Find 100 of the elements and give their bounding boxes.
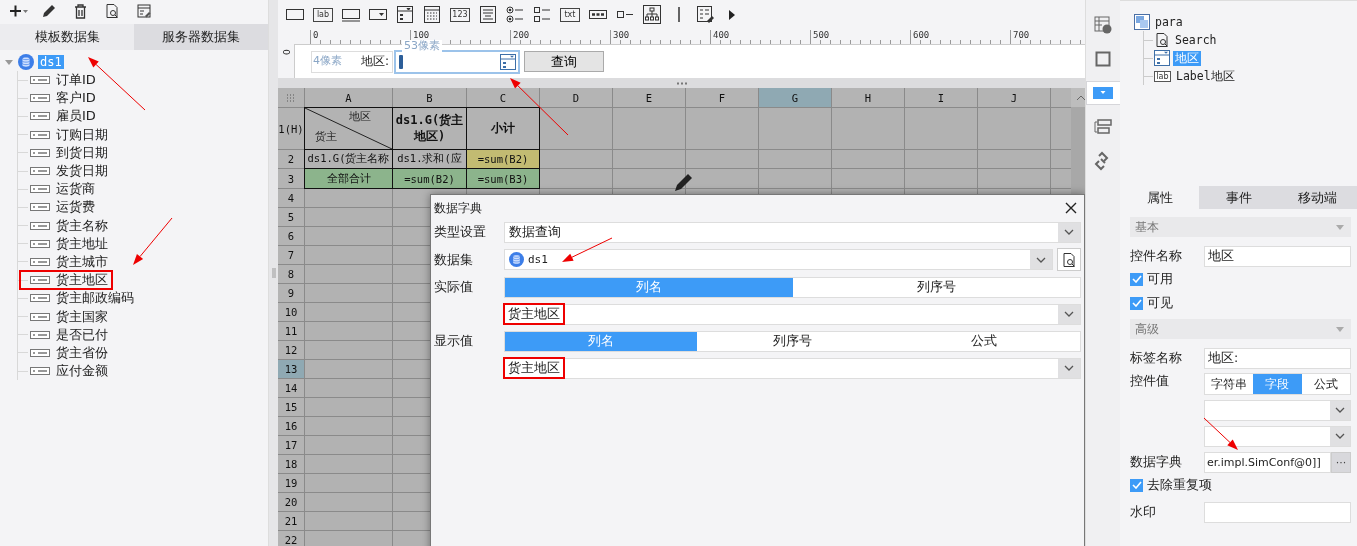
row-header[interactable]: 2 <box>278 150 304 168</box>
row-header[interactable]: 3 <box>278 169 304 188</box>
tree-item[interactable]: 订购日期 <box>20 125 112 144</box>
dropdown[interactable]: 货主地区 <box>504 303 1081 325</box>
tree-item[interactable]: 雇员ID <box>20 107 100 126</box>
column-header[interactable]: D <box>540 88 612 107</box>
text-widget-icon[interactable]: txt <box>560 8 580 22</box>
text-field[interactable]: 地区 <box>1204 245 1351 267</box>
column-header[interactable]: E <box>613 88 685 107</box>
chevron-down-icon[interactable] <box>1036 256 1046 263</box>
field-label: 水印 <box>1130 503 1157 521</box>
column-header[interactable]: I <box>905 88 977 107</box>
search-document-icon[interactable] <box>1154 32 1170 48</box>
row-header[interactable]: 14 <box>278 379 304 397</box>
column-header[interactable]: B <box>393 88 466 107</box>
label-widget-icon[interactable]: lab <box>313 8 333 22</box>
table-info-icon[interactable] <box>1093 15 1113 35</box>
row-header[interactable]: 6 <box>278 227 304 245</box>
row-header[interactable]: 1(H) <box>278 108 304 149</box>
tree-widget-icon[interactable] <box>642 5 662 25</box>
tree-item[interactable]: 运货费 <box>20 198 99 217</box>
column-header[interactable]: J <box>978 88 1050 107</box>
chevron-down-icon[interactable] <box>1064 229 1074 235</box>
tree-item[interactable]: 发货日期 <box>20 162 112 181</box>
tab[interactable]: 模板数据集 <box>0 24 134 50</box>
textarea-widget-icon[interactable] <box>478 5 498 25</box>
tree-item[interactable]: 客户ID <box>20 89 100 108</box>
row-header[interactable]: 22 <box>278 531 304 546</box>
column-header[interactable]: C <box>467 88 539 107</box>
splitter-handle-icon[interactable] <box>271 268 276 278</box>
query-button[interactable]: 查询 <box>524 51 604 72</box>
tree-item[interactable]: 货主国家 <box>20 307 112 326</box>
section-header[interactable]: 高级 <box>1130 319 1351 339</box>
row-header[interactable]: 18 <box>278 455 304 473</box>
tree-item[interactable]: Search <box>1173 33 1219 47</box>
row-header[interactable]: 4 <box>278 189 304 207</box>
checkbox[interactable] <box>1130 272 1143 286</box>
input-field[interactable] <box>394 49 520 74</box>
tree-item[interactable]: 货主省份 <box>20 343 112 362</box>
chevron-down-icon[interactable] <box>1335 407 1345 413</box>
checkbox-group-widget-icon[interactable] <box>532 5 552 25</box>
row-header[interactable]: 20 <box>278 493 304 511</box>
layout-icon[interactable] <box>1093 117 1113 137</box>
row-header[interactable]: 10 <box>278 303 304 321</box>
chevron-down-icon[interactable] <box>1335 433 1345 439</box>
tree-item[interactable]: para <box>1153 15 1185 29</box>
tree-item[interactable]: 货主邮政编码 <box>20 289 138 308</box>
splitter-handle-icon[interactable] <box>675 81 688 85</box>
tree-item[interactable]: 货主地址 <box>20 234 112 253</box>
column-header[interactable]: A <box>305 88 392 107</box>
column-header[interactable]: F <box>686 88 758 107</box>
dropdown[interactable]: 数据查询 <box>504 221 1081 243</box>
side-tool-button[interactable] <box>1086 82 1120 104</box>
row-header[interactable]: 11 <box>278 322 304 340</box>
document-search-icon[interactable] <box>1061 251 1077 268</box>
radio-group-widget-icon[interactable] <box>505 5 525 25</box>
row-header[interactable]: 13 <box>278 360 304 378</box>
dropdown[interactable] <box>1204 425 1351 447</box>
row-header[interactable]: 8 <box>278 265 304 283</box>
tree-item[interactable]: Label地区 <box>1174 68 1237 84</box>
checkbox[interactable] <box>1130 478 1143 492</box>
column-header[interactable]: H <box>832 88 904 107</box>
row-header[interactable]: 9 <box>278 284 304 302</box>
tab[interactable]: 事件 <box>1199 186 1278 209</box>
tree-item[interactable]: 是否已付 <box>20 325 112 344</box>
checkbox[interactable] <box>1130 296 1143 310</box>
row-header[interactable]: 16 <box>278 417 304 435</box>
tree-item[interactable]: 到货日期 <box>20 143 112 162</box>
row-header[interactable]: 7 <box>278 246 304 264</box>
more-button[interactable]: ··· <box>1331 451 1351 473</box>
expand-caret-icon[interactable] <box>4 57 14 67</box>
row-header[interactable]: 12 <box>278 341 304 359</box>
row-header[interactable]: 15 <box>278 398 304 416</box>
row-header[interactable]: 17 <box>278 436 304 454</box>
close-icon[interactable] <box>1064 201 1078 215</box>
list-widget-icon[interactable] <box>395 5 415 25</box>
tree-item[interactable]: 运货商 <box>20 180 99 199</box>
calendar-widget-icon[interactable] <box>422 5 442 25</box>
dropdown[interactable]: 货主地区 <box>504 357 1081 379</box>
number-widget-icon[interactable]: 123 <box>450 8 470 22</box>
chevron-down-icon[interactable] <box>1064 365 1074 371</box>
tab[interactable]: 移动端 <box>1278 186 1357 209</box>
text-field[interactable] <box>1204 501 1351 523</box>
frame-icon[interactable] <box>1093 49 1113 69</box>
tree-item[interactable]: 货主城市 <box>20 252 112 271</box>
section-header[interactable]: 基本 <box>1130 217 1351 237</box>
tab[interactable]: 服务器数据集 <box>134 24 268 50</box>
tree-item[interactable]: 订单ID <box>20 71 100 90</box>
row-header[interactable]: 21 <box>278 512 304 530</box>
dropdown[interactable]: ds1 <box>504 249 1053 270</box>
chevron-down-icon[interactable] <box>1064 311 1074 317</box>
tree-item[interactable]: 应付金额 <box>20 362 112 381</box>
text-field[interactable]: er.impl.SimConf@0]] <box>1204 451 1331 473</box>
tree-item[interactable]: 货主地区 <box>20 271 112 290</box>
tree-item[interactable]: 货主名称 <box>20 216 112 235</box>
row-header[interactable]: 19 <box>278 474 304 492</box>
row-header[interactable]: 5 <box>278 208 304 226</box>
form-edit-icon[interactable] <box>696 5 716 25</box>
text-field[interactable]: 地区: <box>1204 347 1351 369</box>
column-header[interactable]: G <box>759 88 831 107</box>
